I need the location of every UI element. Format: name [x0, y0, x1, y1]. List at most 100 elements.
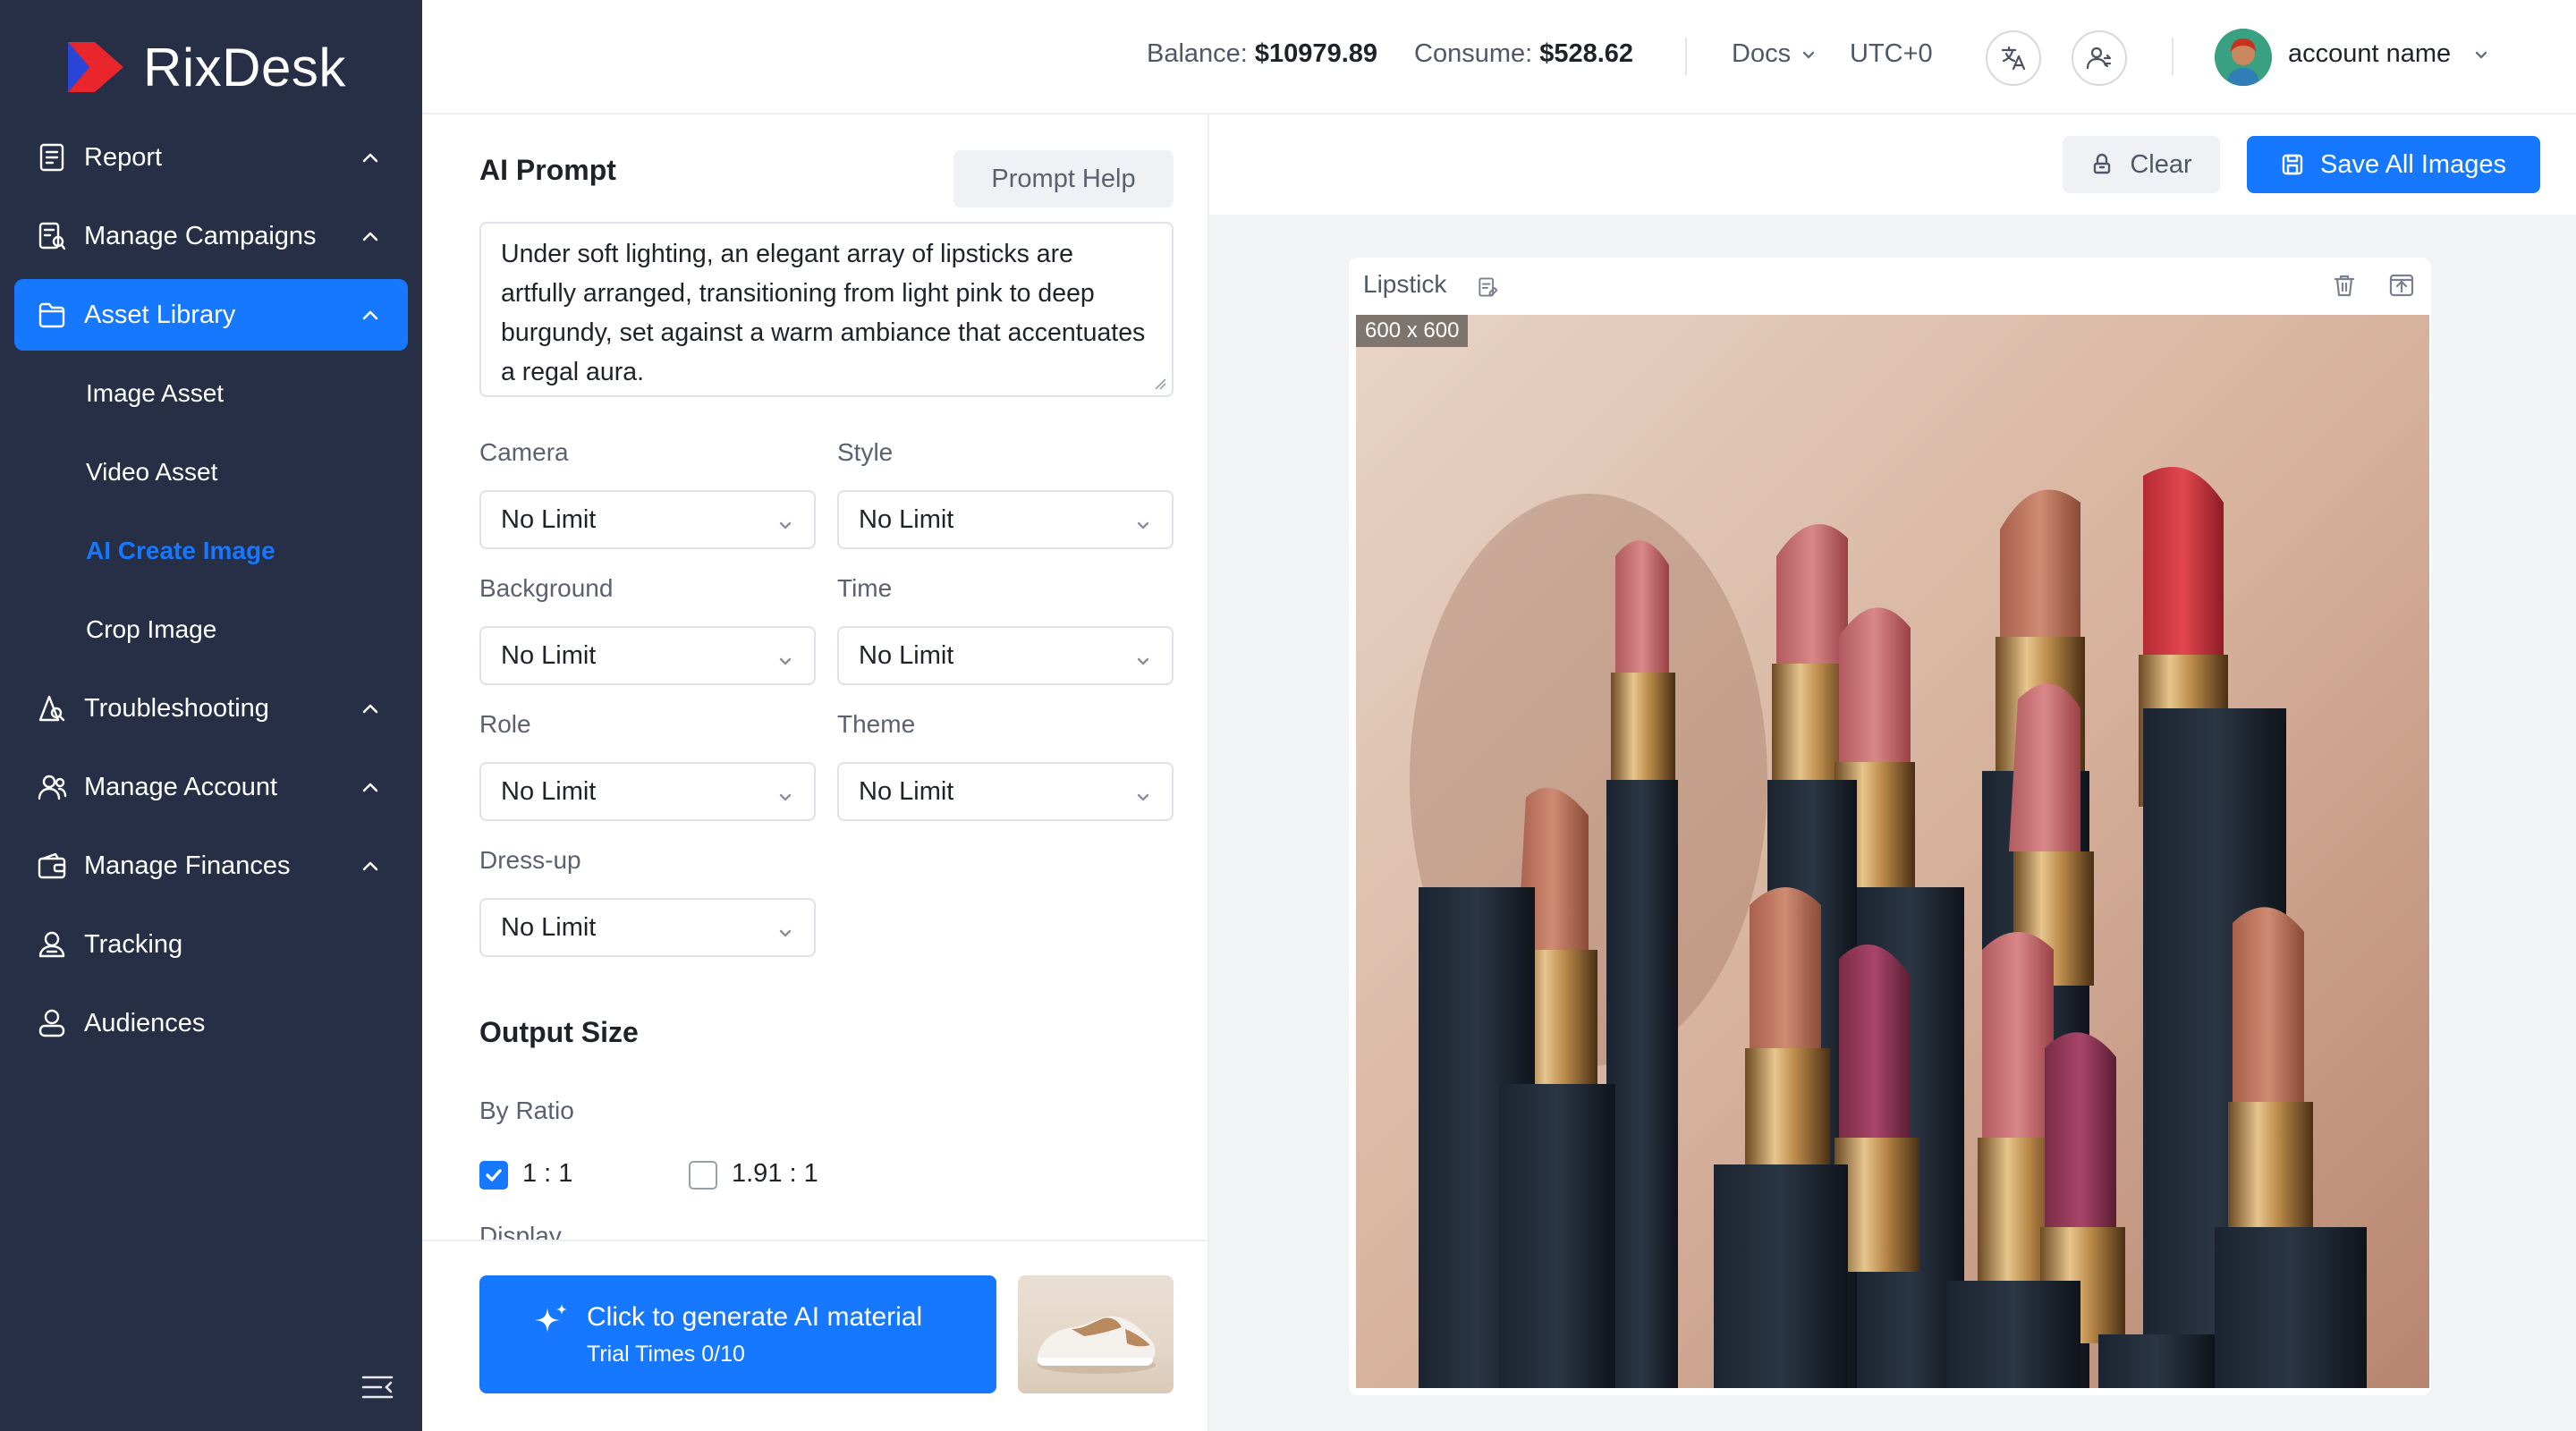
- tracking-icon: [36, 928, 68, 961]
- account-name: account name: [2288, 39, 2452, 68]
- generate-ai-material-button[interactable]: Click to generate AI material Trial Time…: [479, 1275, 996, 1393]
- image-size-badge: 600 x 600: [1356, 315, 1469, 347]
- theme-label: Theme: [837, 710, 916, 738]
- consume-display: Consume: $528.62: [1414, 39, 1633, 69]
- dressup-select[interactable]: No Limit: [479, 898, 816, 957]
- chevron-down-icon: [776, 512, 794, 541]
- theme-value: No Limit: [859, 776, 954, 806]
- theme-select[interactable]: No Limit: [837, 762, 1174, 821]
- edit-title-icon[interactable]: [1476, 275, 1499, 299]
- time-label: Time: [837, 574, 893, 602]
- chevron-down-icon: [776, 783, 794, 813]
- logo[interactable]: RixDesk: [64, 36, 346, 98]
- collapse-sidebar-icon[interactable]: [361, 1374, 394, 1401]
- sidebar-item-tracking[interactable]: Tracking: [14, 909, 408, 980]
- prompt-textarea[interactable]: Under soft lighting, an elegant array of…: [479, 222, 1174, 397]
- timezone-label[interactable]: UTC+0: [1850, 39, 1933, 69]
- ai-settings-panel: AI Prompt Prompt Help Under soft lightin…: [422, 114, 1209, 1431]
- check-icon: [486, 1169, 502, 1181]
- sidebar-subitem-video-asset[interactable]: Video Asset: [14, 436, 408, 508]
- sidebar-subitem-image-asset[interactable]: Image Asset: [14, 358, 408, 429]
- sidebar-item-manage-campaigns[interactable]: Manage Campaigns: [14, 200, 408, 272]
- balance-label: Balance:: [1147, 39, 1248, 68]
- dressup-value: No Limit: [501, 912, 597, 942]
- sidebar-item-label: Manage Account: [84, 772, 278, 801]
- troubleshoot-icon: [36, 692, 68, 724]
- users-switch-icon: [2086, 47, 2112, 70]
- ratio-1-1-checkbox[interactable]: [479, 1161, 508, 1190]
- role-select[interactable]: No Limit: [479, 762, 816, 821]
- sneaker-image: [1037, 1316, 1156, 1374]
- camera-value: No Limit: [501, 504, 597, 534]
- save-all-images-button[interactable]: Save All Images: [2247, 136, 2540, 193]
- delete-icon[interactable]: [2331, 272, 2358, 299]
- image-result-card: Lipstick 600 x 600: [1349, 258, 2431, 1395]
- generate-title: Click to generate AI material: [587, 1302, 923, 1332]
- save-all-label: Save All Images: [2320, 149, 2506, 179]
- chevron-down-icon: [2472, 46, 2490, 64]
- role-value: No Limit: [501, 776, 597, 806]
- output-size-title: Output Size: [479, 1016, 639, 1048]
- docs-dropdown[interactable]: Docs: [1732, 39, 1818, 69]
- camera-select[interactable]: No Limit: [479, 490, 816, 549]
- chevron-up-icon: [360, 776, 381, 798]
- sidebar-item-troubleshooting[interactable]: Troubleshooting: [14, 673, 408, 744]
- sidebar-item-label: Report: [84, 142, 163, 172]
- chevron-up-icon: [360, 225, 381, 247]
- audience-icon: [36, 1007, 68, 1039]
- generate-footer: Click to generate AI material Trial Time…: [422, 1240, 1208, 1431]
- sidebar-item-audiences[interactable]: Audiences: [14, 987, 408, 1059]
- sidebar-item-asset-library[interactable]: Asset Library: [14, 279, 408, 351]
- style-value: No Limit: [859, 504, 954, 534]
- ratio-1-91-1-label[interactable]: 1.91 : 1: [732, 1159, 818, 1189]
- sidebar-item-report[interactable]: Report: [14, 122, 408, 193]
- sidebar-item-label: Troubleshooting: [84, 693, 269, 723]
- sidebar-item-label: Manage Finances: [84, 851, 291, 880]
- ratio-1-91-1-checkbox[interactable]: [689, 1161, 717, 1190]
- sparkle-icon: [535, 1304, 567, 1333]
- background-select[interactable]: No Limit: [479, 626, 816, 685]
- campaign-icon: [36, 220, 68, 252]
- time-select[interactable]: No Limit: [837, 626, 1174, 685]
- generated-lipstick-image[interactable]: [1356, 315, 2429, 1388]
- account-menu[interactable]: account name: [2288, 39, 2490, 69]
- sidebar-item-manage-finances[interactable]: Manage Finances: [14, 830, 408, 902]
- report-icon: [36, 141, 68, 174]
- ratio-1-1-label[interactable]: 1 : 1: [522, 1159, 572, 1189]
- clear-button[interactable]: Clear: [2063, 136, 2220, 193]
- consume-value: $528.62: [1539, 39, 1634, 68]
- eraser-icon: [2094, 153, 2111, 174]
- avatar[interactable]: [2215, 29, 2272, 86]
- style-select[interactable]: No Limit: [837, 490, 1174, 549]
- sidebar-item-label: Asset Library: [84, 300, 236, 329]
- upload-icon[interactable]: [2388, 272, 2415, 299]
- clear-label: Clear: [2130, 149, 2192, 179]
- chevron-down-icon: [776, 919, 794, 949]
- sidebar: RixDesk Report Manage Campaigns Asset Li…: [0, 0, 422, 1431]
- reference-image-thumbnail[interactable]: [1018, 1275, 1174, 1393]
- chevron-down-icon: [776, 648, 794, 677]
- balance-value: $10979.89: [1254, 39, 1378, 68]
- switch-user-button[interactable]: [2072, 30, 2127, 86]
- sidebar-item-label: Audiences: [84, 1008, 206, 1037]
- lipstick-illustration: [1356, 315, 2429, 1388]
- chevron-down-icon: [1134, 783, 1152, 813]
- save-icon: [2282, 154, 2303, 175]
- prompt-text: Under soft lighting, an elegant array of…: [501, 240, 1146, 386]
- time-value: No Limit: [859, 640, 954, 670]
- background-label: Background: [479, 574, 614, 602]
- header-divider: [1685, 38, 1687, 75]
- resize-grip-icon[interactable]: [1154, 377, 1166, 390]
- role-label: Role: [479, 710, 531, 738]
- header-divider: [2172, 38, 2174, 75]
- sidebar-item-manage-account[interactable]: Manage Account: [14, 751, 408, 823]
- language-button[interactable]: [1986, 30, 2041, 86]
- sidebar-subitem-ai-create-image[interactable]: AI Create Image: [14, 515, 408, 587]
- docs-label: Docs: [1732, 39, 1792, 68]
- sidebar-subitem-crop-image[interactable]: Crop Image: [14, 594, 408, 665]
- balance-display: Balance: $10979.89: [1147, 39, 1377, 69]
- prompt-help-button[interactable]: Prompt Help: [953, 150, 1174, 207]
- app-name: RixDesk: [143, 37, 346, 97]
- display-label-cut: Display: [479, 1224, 562, 1240]
- image-title: Lipstick: [1363, 270, 1447, 298]
